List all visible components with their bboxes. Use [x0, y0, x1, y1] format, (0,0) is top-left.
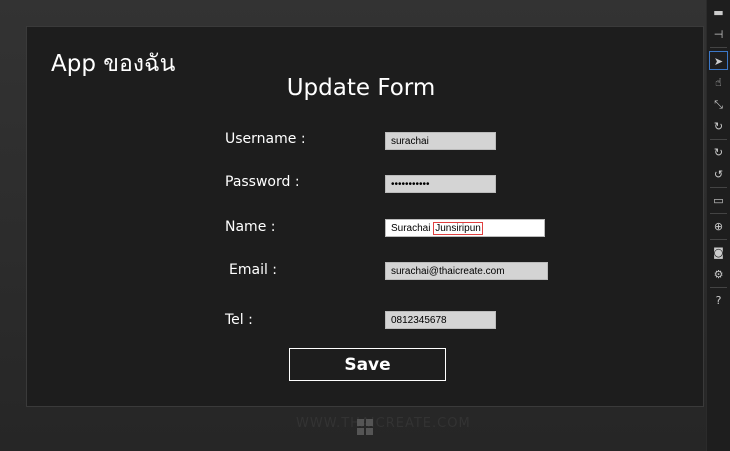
name-selected-text: Junsiripun	[433, 222, 483, 235]
page-title: Update Form	[286, 75, 436, 101]
minimize-icon[interactable]: ▬	[709, 3, 728, 22]
simulator-toolbar: ▬ ⊣ ➤ ☝ ⤡ ↻ ↻ ↺ ▭ ⊕ ◙ ⚙ ?	[707, 0, 730, 451]
save-button[interactable]: Save	[289, 348, 446, 381]
rotate-counterclockwise-icon[interactable]: ↺	[709, 165, 728, 184]
resolution-icon[interactable]: ▭	[709, 191, 728, 210]
name-first: Surachai	[391, 223, 431, 234]
camera-icon[interactable]: ◙	[709, 243, 728, 262]
username-field[interactable]: surachai	[385, 132, 496, 150]
tel-field[interactable]: 0812345678	[385, 311, 496, 329]
app-screen: App ของฉัน Update Form Username : surach…	[26, 26, 704, 407]
divider	[710, 287, 727, 288]
gear-icon[interactable]: ⚙	[709, 265, 728, 284]
rotation-touch-icon[interactable]: ↻	[709, 117, 728, 136]
pinch-zoom-icon[interactable]: ⤡	[709, 95, 728, 114]
touch-mode-icon[interactable]: ☝	[709, 73, 728, 92]
location-globe-icon[interactable]: ⊕	[709, 217, 728, 236]
name-label: Name :	[225, 219, 276, 235]
windows-logo-icon[interactable]	[357, 419, 373, 435]
username-label: Username :	[225, 131, 306, 147]
divider	[710, 239, 727, 240]
divider	[710, 47, 727, 48]
divider	[710, 139, 727, 140]
password-field[interactable]: •••••••••••	[385, 175, 496, 193]
email-label: Email :	[229, 262, 278, 278]
pin-icon[interactable]: ⊣	[709, 25, 728, 44]
rotate-clockwise-icon[interactable]: ↻	[709, 143, 728, 162]
help-icon[interactable]: ?	[709, 291, 728, 310]
tel-label: Tel :	[225, 312, 253, 328]
password-label: Password :	[225, 174, 300, 190]
divider	[710, 187, 727, 188]
pointer-mode-icon[interactable]: ➤	[709, 51, 728, 70]
watermark: WWW.THAICREATE.COM	[296, 416, 471, 431]
divider	[710, 213, 727, 214]
email-field[interactable]: surachai@thaicreate.com	[385, 262, 548, 280]
name-field[interactable]: Surachai Junsiripun	[385, 219, 545, 237]
